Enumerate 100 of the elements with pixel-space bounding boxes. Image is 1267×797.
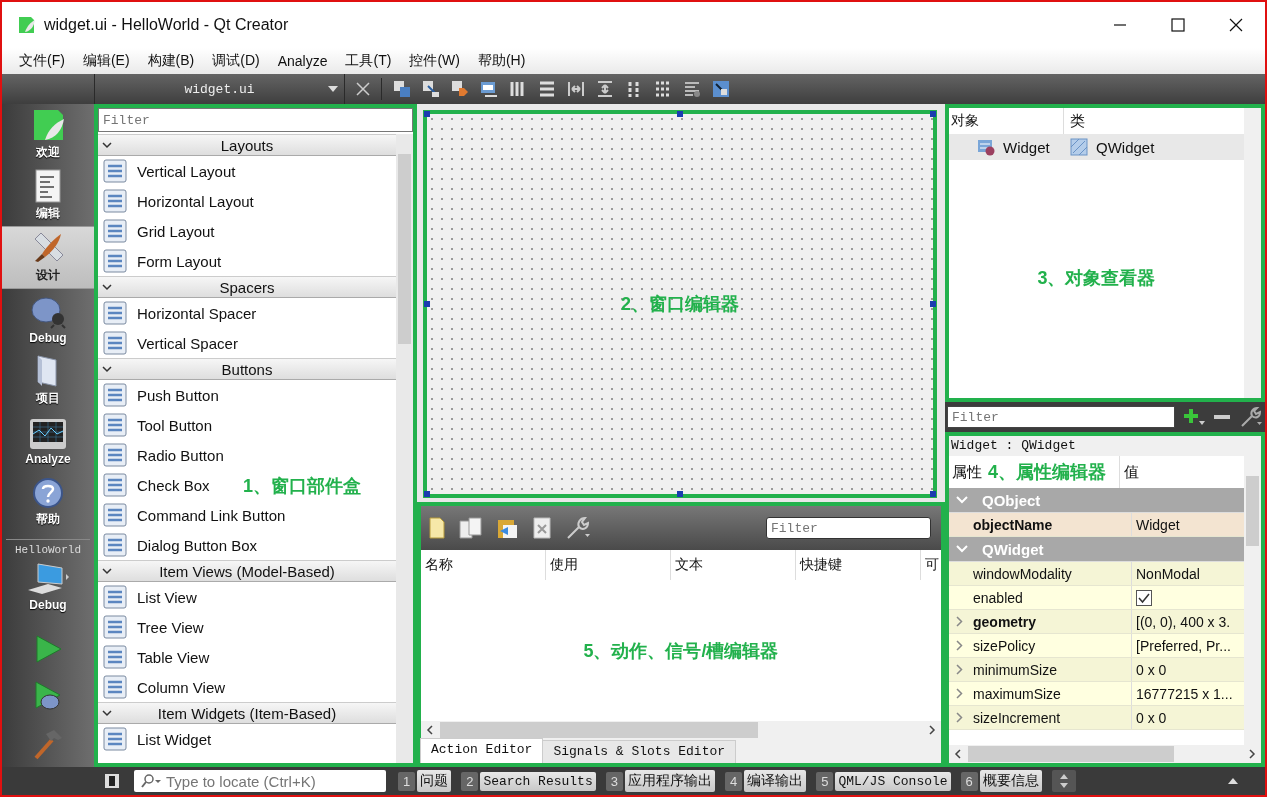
- widget-item[interactable]: Column View: [98, 672, 232, 702]
- menu-item[interactable]: 编辑(E): [73, 52, 139, 70]
- widget-item[interactable]: Horizontal Layout: [98, 186, 260, 216]
- mode-button[interactable]: 设计: [2, 226, 94, 289]
- output-pane-button[interactable]: 应用程序输出: [624, 770, 715, 792]
- output-pane-button[interactable]: 问题: [417, 770, 452, 792]
- close-icon[interactable]: [1229, 18, 1243, 32]
- menu-item[interactable]: 控件(W): [400, 52, 469, 70]
- widget-edit-icon[interactable]: [393, 80, 411, 98]
- widget-item[interactable]: Command Link Button: [98, 500, 292, 530]
- rows-icon[interactable]: [538, 80, 556, 98]
- category-header[interactable]: Spacers: [98, 276, 396, 298]
- copy-icon[interactable]: [459, 517, 483, 539]
- columns-icon[interactable]: [509, 80, 527, 98]
- menu-item[interactable]: 构建(B): [138, 52, 204, 70]
- property-row[interactable]: maximumSize 16777215 x 1...: [949, 682, 1244, 706]
- widget-item[interactable]: Horizontal Spacer: [98, 298, 263, 328]
- column-header[interactable]: 文本: [671, 550, 796, 580]
- tab-order-icon[interactable]: [480, 80, 498, 98]
- output-pane-button[interactable]: 概要信息: [979, 770, 1042, 792]
- selection-handle[interactable]: [424, 301, 430, 307]
- scrollbar[interactable]: [949, 745, 1261, 763]
- mode-button[interactable]: Analyze: [2, 411, 94, 472]
- property-row[interactable]: objectName Widget: [949, 513, 1244, 537]
- column-header[interactable]: 值: [1120, 456, 1244, 488]
- property-row[interactable]: sizePolicy [Preferred, Pr...: [949, 634, 1244, 658]
- selection-handle[interactable]: [930, 111, 936, 117]
- mode-button[interactable]: 欢迎: [2, 104, 94, 165]
- widget-item[interactable]: Push Button: [98, 380, 225, 410]
- add-icon[interactable]: [1183, 407, 1205, 427]
- break-layout-icon[interactable]: [683, 80, 701, 98]
- category-header[interactable]: Layouts: [98, 134, 396, 156]
- menu-item[interactable]: 文件(F): [10, 52, 74, 70]
- widget-item[interactable]: Form Layout: [98, 246, 228, 276]
- column-header[interactable]: 使用: [546, 550, 671, 580]
- widget-item[interactable]: List Widget: [98, 724, 218, 754]
- scrollbar[interactable]: [421, 721, 941, 739]
- widget-item[interactable]: Check Box: [98, 470, 216, 500]
- widget-item[interactable]: Dialog Button Box: [98, 530, 264, 560]
- object-row[interactable]: Widget QWidget: [949, 134, 1244, 160]
- filter-field[interactable]: Filter: [766, 517, 931, 539]
- wrench-icon[interactable]: [1239, 406, 1263, 428]
- property-row[interactable]: geometry [(0, 0), 400 x 3.: [949, 610, 1244, 634]
- column-header[interactable]: 类: [1064, 111, 1244, 131]
- scroll-left-icon[interactable]: [954, 749, 962, 759]
- menu-item[interactable]: 帮助(H): [468, 52, 535, 70]
- mode-button[interactable]: 编辑: [2, 165, 94, 226]
- signal-slot-icon[interactable]: [422, 80, 440, 98]
- output-pane-button[interactable]: Search Results: [480, 771, 596, 791]
- property-row[interactable]: windowModality NonModal: [949, 562, 1244, 586]
- splitter-vertical-icon[interactable]: [596, 80, 614, 98]
- column-header[interactable]: 名称: [421, 550, 546, 580]
- column-header[interactable]: 快捷键: [796, 550, 921, 580]
- selection-handle[interactable]: [424, 491, 430, 497]
- menu-item[interactable]: 工具(T): [336, 52, 401, 70]
- widget-item[interactable]: Vertical Layout: [98, 156, 242, 186]
- scroll-right-icon[interactable]: [1248, 749, 1256, 759]
- property-row[interactable]: minimumSize 0 x 0: [949, 658, 1244, 682]
- widget-item[interactable]: Grid Layout: [98, 216, 221, 246]
- wrench-icon[interactable]: [565, 516, 591, 540]
- column-header[interactable]: 属性: [949, 456, 982, 488]
- menu-item[interactable]: Analyze: [268, 53, 337, 69]
- menu-item[interactable]: 调试(D): [203, 52, 269, 70]
- property-row[interactable]: sizeIncrement 0 x 0: [949, 706, 1244, 730]
- scrollbar[interactable]: [1244, 108, 1261, 398]
- locator-field[interactable]: Type to locate (Ctrl+K): [134, 770, 386, 792]
- widget-item[interactable]: List View: [98, 582, 203, 612]
- delete-icon[interactable]: [533, 517, 551, 539]
- buddy-icon[interactable]: [451, 80, 469, 98]
- selection-handle[interactable]: [677, 491, 683, 497]
- checkbox[interactable]: [1136, 589, 1152, 606]
- mode-button[interactable]: Debug: [2, 289, 94, 350]
- splitter-horizontal-icon[interactable]: [567, 80, 585, 98]
- triangle-up-icon[interactable]: [1227, 777, 1239, 785]
- filter-field[interactable]: Filter: [947, 406, 1175, 428]
- grid-icon[interactable]: [654, 80, 672, 98]
- scroll-left-icon[interactable]: [426, 725, 434, 735]
- widget-item[interactable]: Table View: [98, 642, 216, 672]
- selection-handle[interactable]: [677, 111, 683, 117]
- sidebar-toggle-icon[interactable]: [104, 773, 120, 789]
- selection-handle[interactable]: [930, 301, 936, 307]
- filter-field[interactable]: Filter: [98, 108, 413, 132]
- paste-icon[interactable]: [497, 517, 519, 539]
- widget-item[interactable]: Tool Button: [98, 410, 219, 440]
- widget-item[interactable]: Vertical Spacer: [98, 328, 244, 358]
- run-icon[interactable]: [33, 634, 63, 664]
- selection-handle[interactable]: [424, 111, 430, 117]
- maximize-icon[interactable]: [1171, 18, 1185, 32]
- category-header[interactable]: Item Widgets (Item-Based): [98, 702, 396, 724]
- output-pane-button[interactable]: 编译输出: [744, 770, 807, 792]
- widget-item[interactable]: Tree View: [98, 612, 210, 642]
- mode-button[interactable]: 项目: [2, 350, 94, 411]
- scrollbar[interactable]: [396, 134, 413, 763]
- scroll-right-icon[interactable]: [928, 725, 936, 735]
- output-pane-button[interactable]: QML/JS Console: [835, 771, 951, 791]
- kit-selector[interactable]: Debug: [2, 556, 94, 618]
- selection-handle[interactable]: [930, 491, 936, 497]
- adjust-size-icon[interactable]: [712, 80, 730, 98]
- mode-button[interactable]: 帮助: [2, 472, 94, 533]
- new-file-icon[interactable]: [429, 517, 445, 539]
